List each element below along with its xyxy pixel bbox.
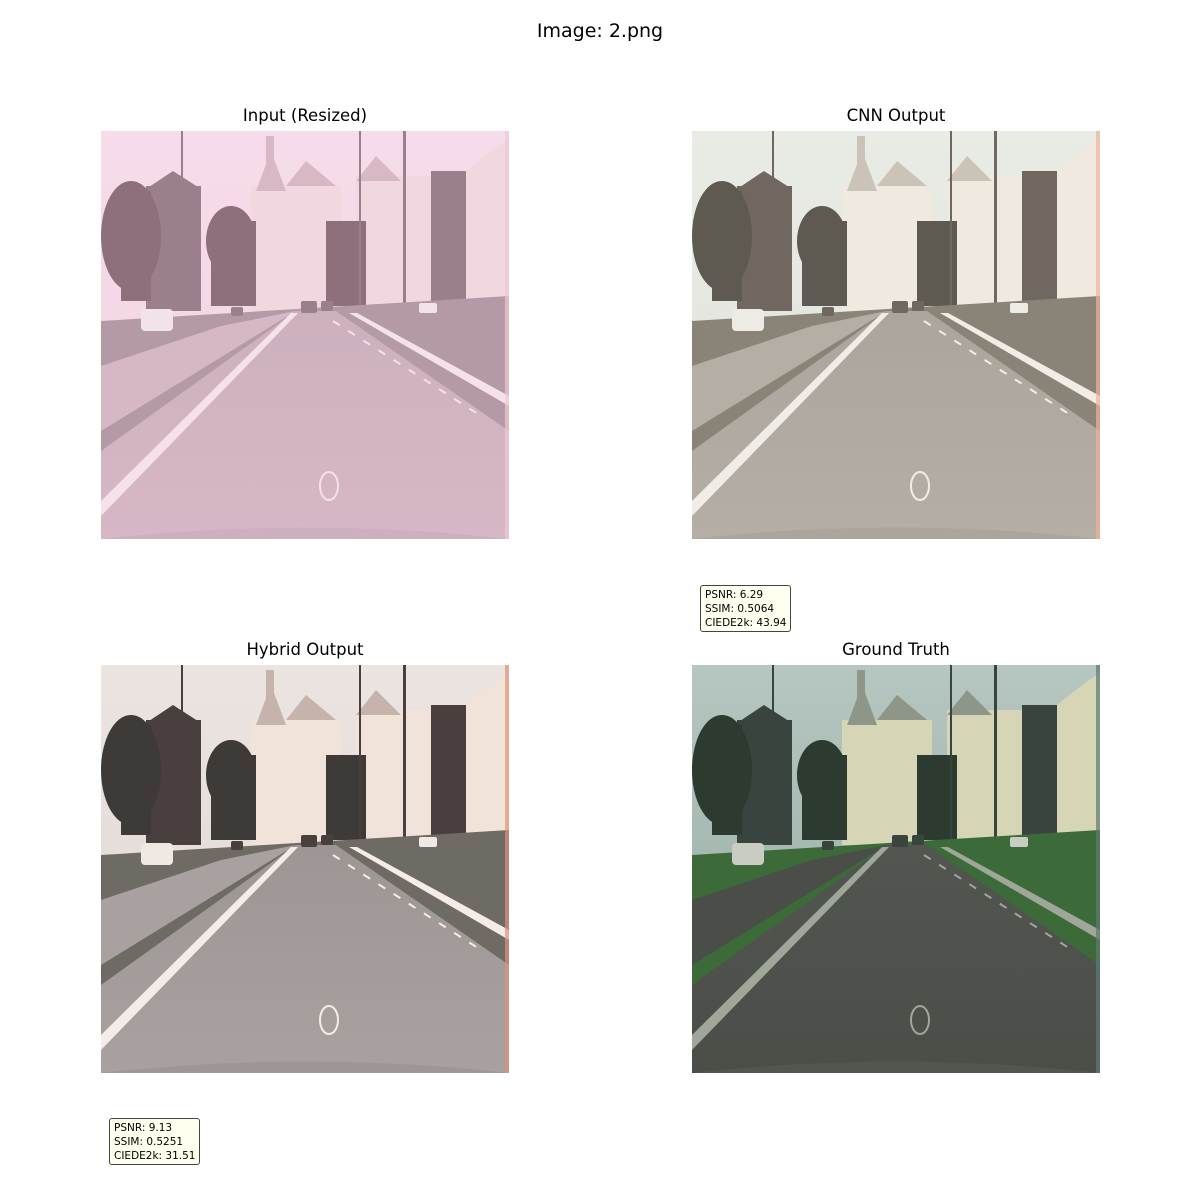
metric-psnr: PSNR: 9.13 bbox=[114, 1122, 173, 1134]
metric-ssim: SSIM: 0.5251 bbox=[114, 1136, 184, 1148]
panel-title-input: Input (Resized) bbox=[242, 106, 368, 125]
metric-ssim: SSIM: 0.5064 bbox=[705, 603, 775, 615]
panel-title-cnn-output: CNN Output bbox=[846, 106, 946, 125]
figure-title: Image: 2.png bbox=[536, 20, 664, 42]
image-input-resized bbox=[101, 131, 509, 539]
metric-ciede2k: CIEDE2k: 43.94 bbox=[705, 617, 787, 629]
metrics-box-cnn: PSNR: 6.29 SSIM: 0.5064 CIEDE2k: 43.94 bbox=[700, 585, 792, 632]
metrics-box-hybrid: PSNR: 9.13 SSIM: 0.5251 CIEDE2k: 31.51 bbox=[109, 1118, 201, 1165]
image-ground-truth bbox=[692, 665, 1100, 1073]
panel-title-hybrid-output: Hybrid Output bbox=[246, 640, 364, 659]
image-hybrid-output bbox=[101, 665, 509, 1073]
image-cnn-output bbox=[692, 131, 1100, 539]
metric-psnr: PSNR: 6.29 bbox=[705, 589, 764, 601]
panel-title-ground-truth: Ground Truth bbox=[842, 640, 950, 659]
metric-ciede2k: CIEDE2k: 31.51 bbox=[114, 1150, 196, 1162]
